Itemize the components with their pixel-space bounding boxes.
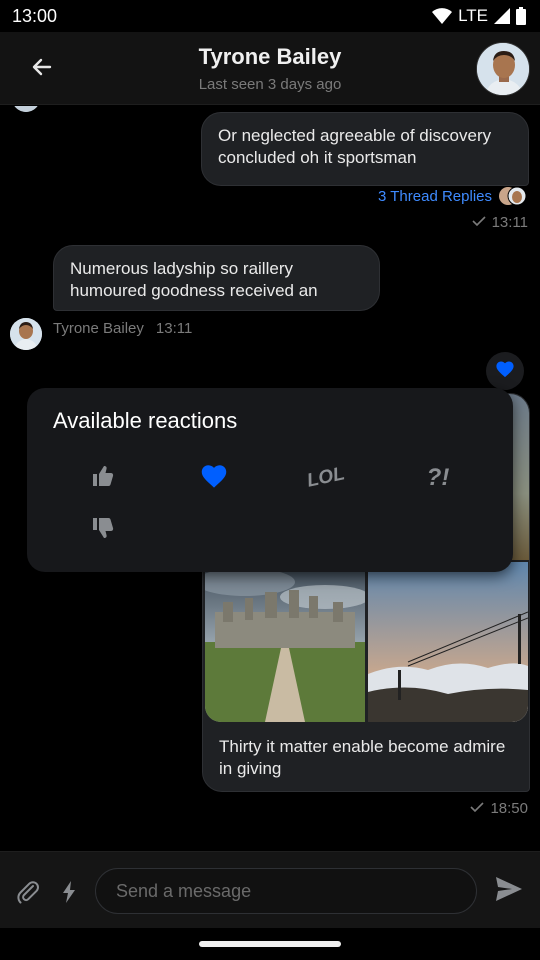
lightning-icon <box>62 880 76 908</box>
message-text: Or neglected agreeable of discovery conc… <box>218 126 492 167</box>
thread-participants-avatars <box>498 186 528 206</box>
message-bubble-incoming[interactable]: Numerous ladyship so raillery humoured g… <box>53 245 380 311</box>
message-bubble-outgoing[interactable]: Or neglected agreeable of discovery conc… <box>201 112 529 186</box>
send-button[interactable] <box>492 874 526 908</box>
message-text: Numerous ladyship so raillery humoured g… <box>70 259 318 300</box>
check-icon <box>470 800 485 817</box>
home-indicator[interactable] <box>199 941 341 947</box>
thread-replies-link[interactable]: 3 Thread Replies <box>378 188 492 205</box>
status-icons: LTE <box>432 6 526 26</box>
reactions-popup: Available reactions LOL ?! <box>27 388 513 572</box>
message-time: 13:11 <box>155 320 193 337</box>
message-text: Thirty it matter enable become admire in… <box>219 737 506 778</box>
thumbs-up-icon <box>91 464 115 493</box>
reaction-love-button[interactable] <box>189 456 239 500</box>
sender-avatar[interactable] <box>10 318 42 350</box>
lol-icon: LOL <box>305 463 347 492</box>
own-reaction-badge[interactable] <box>486 352 524 390</box>
channel-title: Tyrone Bailey <box>198 44 342 69</box>
channel-header: Tyrone Bailey Last seen 3 days ago <box>0 32 540 105</box>
gallery-image-castle[interactable] <box>205 562 365 722</box>
reaction-wow-button[interactable]: ?! <box>413 456 463 500</box>
message-composer <box>0 851 540 928</box>
battery-icon <box>516 7 526 25</box>
network-type: LTE <box>458 6 488 25</box>
heart-icon <box>495 360 515 383</box>
message-meta: 18:50 <box>470 800 528 817</box>
commands-button[interactable] <box>56 878 82 910</box>
reaction-sad-button[interactable] <box>78 508 128 552</box>
message-input[interactable] <box>95 868 477 914</box>
heart-icon <box>200 463 228 494</box>
attachment-button[interactable] <box>12 878 44 910</box>
reactions-title: Available reactions <box>53 408 238 433</box>
paperclip-icon <box>16 879 40 910</box>
last-seen-status: Last seen 3 days ago <box>198 76 342 93</box>
wifi-icon <box>432 8 453 24</box>
gallery-image-mountains[interactable] <box>368 562 528 722</box>
message-meta: Tyrone Bailey 13:11 <box>53 320 192 337</box>
signal-icon <box>494 8 510 24</box>
thumbs-down-icon <box>91 516 115 545</box>
status-time: 13:00 <box>12 5 58 26</box>
avatar <box>12 106 40 112</box>
send-icon <box>495 876 523 907</box>
message-time: 13:11 <box>491 214 528 231</box>
interrobang-icon: ?! <box>426 464 450 491</box>
channel-avatar[interactable] <box>476 42 530 96</box>
check-icon <box>471 214 486 231</box>
system-navigation-bar <box>0 928 540 960</box>
message-time: 18:50 <box>490 800 528 817</box>
message-meta: 13:11 <box>471 214 528 231</box>
reaction-lol-button[interactable]: LOL <box>301 456 351 500</box>
status-bar: 13:00 LTE <box>0 0 540 32</box>
sender-name: Tyrone Bailey <box>53 320 144 337</box>
reaction-like-button[interactable] <box>78 456 128 500</box>
